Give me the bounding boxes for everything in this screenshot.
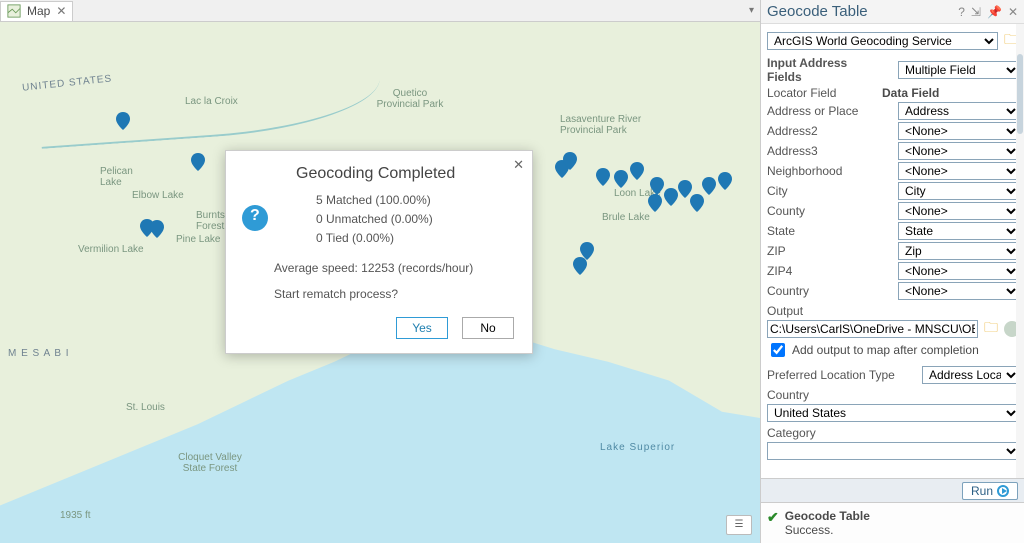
map-label-superior: Lake Superior xyxy=(600,442,675,453)
map-pin[interactable] xyxy=(116,112,130,130)
map-pin[interactable] xyxy=(648,194,662,212)
field-label: Neighborhood xyxy=(767,164,882,178)
dialog-speed: Average speed: 12253 (records/hour) xyxy=(226,253,532,279)
tab-map[interactable]: Map ✕ xyxy=(0,1,73,21)
map-label-stlouis: St. Louis xyxy=(126,402,165,413)
add-to-map-check-input[interactable] xyxy=(771,343,785,357)
map-label-pine: Pine Lake xyxy=(176,234,220,245)
checkmark-icon: ✔ xyxy=(767,509,779,526)
tab-bar: Map ✕ ▾ xyxy=(0,0,760,22)
field-select[interactable]: <None> xyxy=(898,262,1020,280)
data-field-label: Data Field xyxy=(882,86,939,100)
map-pin[interactable] xyxy=(150,220,164,238)
map-label-pelican: Pelican Lake xyxy=(100,166,150,188)
field-select[interactable]: State xyxy=(898,222,1020,240)
close-icon[interactable]: ✕ xyxy=(56,4,66,18)
run-button[interactable]: Run xyxy=(962,482,1018,500)
field-label: Address or Place xyxy=(767,104,882,118)
status-message: Success. xyxy=(785,523,870,537)
question-icon xyxy=(242,205,268,231)
map-pin[interactable] xyxy=(718,172,732,190)
output-label: Output xyxy=(767,304,1020,318)
play-icon xyxy=(997,485,1009,497)
input-address-fields-select[interactable]: Multiple Field xyxy=(898,61,1020,79)
autohide-icon[interactable]: ⇲ xyxy=(971,5,981,19)
locator-service-select[interactable]: ArcGIS World Geocoding Service xyxy=(767,32,998,50)
panel-title: Geocode Table xyxy=(767,3,868,20)
input-address-fields-label: Input Address Fields xyxy=(767,56,882,84)
dialog-close-icon[interactable]: ✕ xyxy=(513,157,524,173)
geocoding-completed-dialog: ✕ Geocoding Completed 5 Matched (100.00%… xyxy=(225,150,533,354)
field-label: Address3 xyxy=(767,144,882,158)
map-label-laclacroix: Lac la Croix xyxy=(185,96,238,107)
map-pin[interactable] xyxy=(650,177,664,195)
field-select[interactable]: Address xyxy=(898,102,1020,120)
field-label: ZIP4 xyxy=(767,264,882,278)
map-label-elbow: Elbow Lake xyxy=(132,190,184,201)
map-pin[interactable] xyxy=(690,194,704,212)
folder-icon[interactable]: 🗀 xyxy=(982,320,1000,338)
status-bar: ✔ Geocode Table Success. xyxy=(761,502,1024,543)
add-to-map-checkbox[interactable]: Add output to map after completion xyxy=(767,340,1020,360)
map-label-lasaventure: Lasaventure River Provincial Park xyxy=(560,114,650,136)
add-to-map-label: Add output to map after completion xyxy=(792,343,979,357)
scrollbar[interactable] xyxy=(1016,24,1024,478)
no-button[interactable]: No xyxy=(462,317,514,339)
field-label: ZIP xyxy=(767,244,882,258)
map-label-vermilion: Vermilion Lake xyxy=(78,244,144,255)
country-label: Country xyxy=(767,388,1020,402)
map-pin[interactable] xyxy=(664,188,678,206)
dialog-unmatched: 0 Unmatched (0.00%) xyxy=(316,210,512,229)
map-canvas[interactable]: UNITED STATES Lac la Croix Lake Superior… xyxy=(0,22,760,543)
locator-field-label: Locator Field xyxy=(767,86,882,100)
map-pin[interactable] xyxy=(580,242,594,260)
attribution-button[interactable]: ☰ xyxy=(726,515,752,535)
field-select[interactable]: <None> xyxy=(898,282,1020,300)
field-label: Country xyxy=(767,284,882,298)
map-pin[interactable] xyxy=(630,162,644,180)
geocode-table-panel: Geocode Table ? ⇲ 📌 ✕ ArcGIS World Geoco… xyxy=(760,0,1024,543)
field-label: State xyxy=(767,224,882,238)
preferred-location-type-label: Preferred Location Type xyxy=(767,368,907,382)
map-label-brule: Brule Lake xyxy=(602,212,650,223)
category-select[interactable] xyxy=(767,442,1020,460)
status-title: Geocode Table xyxy=(785,509,870,523)
field-label: County xyxy=(767,204,882,218)
field-select[interactable]: <None> xyxy=(898,122,1020,140)
field-label: City xyxy=(767,184,882,198)
yes-button[interactable]: Yes xyxy=(396,317,448,339)
map-pin[interactable] xyxy=(614,170,628,188)
country-select[interactable]: United States xyxy=(767,404,1020,422)
map-label-nipigon: 1935 ft xyxy=(60,510,91,521)
map-icon xyxy=(7,4,21,18)
tab-label: Map xyxy=(27,4,50,18)
map-label-quetico: Quetico Provincial Park xyxy=(370,88,450,110)
field-select[interactable]: <None> xyxy=(898,162,1020,180)
preferred-location-type-select[interactable]: Address Location xyxy=(922,366,1020,384)
dialog-title: Geocoding Completed xyxy=(226,151,532,189)
field-select[interactable]: City xyxy=(898,182,1020,200)
run-label: Run xyxy=(971,484,993,498)
close-icon[interactable]: ✕ xyxy=(1008,5,1018,19)
map-label-mesabi: M E S A B I xyxy=(8,348,70,359)
map-pin[interactable] xyxy=(596,168,610,186)
map-pin[interactable] xyxy=(191,153,205,171)
dialog-prompt: Start rematch process? xyxy=(226,279,532,313)
map-label-cloquet: Cloquet Valley State Forest xyxy=(170,452,250,474)
output-path-input[interactable] xyxy=(767,320,978,338)
dialog-matched: 5 Matched (100.00%) xyxy=(316,191,512,210)
category-label: Category xyxy=(767,426,1020,440)
pin-icon[interactable]: 📌 xyxy=(987,5,1002,19)
map-pin[interactable] xyxy=(702,177,716,195)
field-select[interactable]: <None> xyxy=(898,142,1020,160)
tab-dropdown-icon[interactable]: ▾ xyxy=(749,5,754,16)
field-select[interactable]: Zip xyxy=(898,242,1020,260)
dialog-tied: 0 Tied (0.00%) xyxy=(316,229,512,248)
help-icon[interactable]: ? xyxy=(958,5,965,19)
map-pin[interactable] xyxy=(563,152,577,170)
field-select[interactable]: <None> xyxy=(898,202,1020,220)
field-label: Address2 xyxy=(767,124,882,138)
